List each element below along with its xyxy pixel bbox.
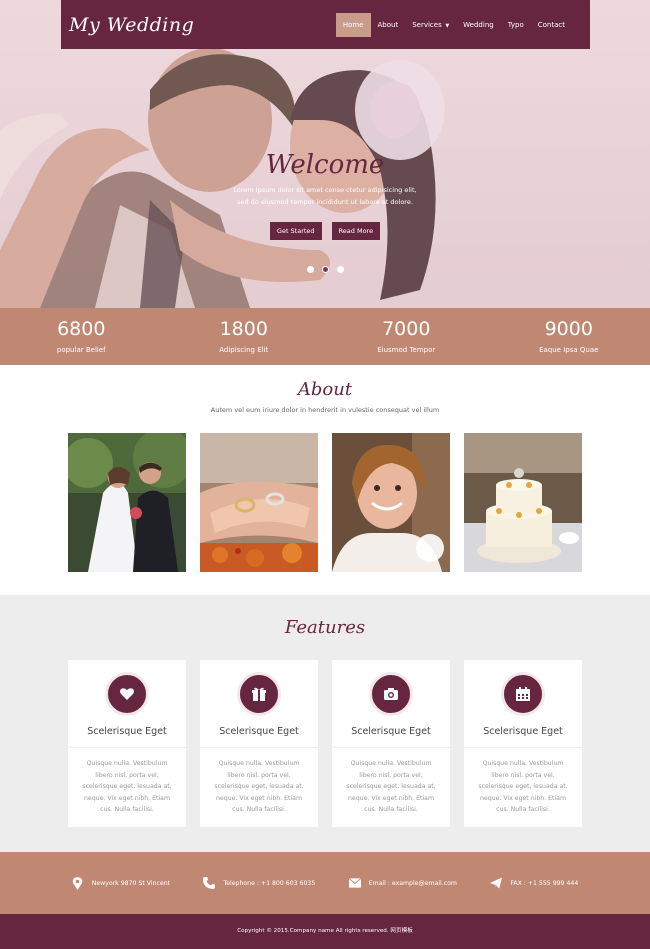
- stat-value: 7000: [382, 318, 431, 340]
- stat-value: 1800: [219, 318, 268, 340]
- get-started-button[interactable]: Get Started: [269, 222, 322, 240]
- page: Welcome Lorem ipsum dolor sit amet conse…: [0, 0, 650, 949]
- feature-card-title: Scelerisque Eget: [219, 726, 299, 737]
- feature-card-header: Scelerisque Eget: [200, 660, 318, 748]
- stat-label: Eiusmod Tempor: [377, 346, 436, 354]
- site-logo[interactable]: My Wedding: [69, 14, 194, 36]
- nav-about[interactable]: About: [371, 13, 406, 37]
- contact-address-text: Newyork 9870 St Vincent: [91, 879, 171, 887]
- paper-plane-icon: [490, 877, 503, 889]
- nav-wedding[interactable]: Wedding: [456, 13, 501, 37]
- feature-card-title: Scelerisque Eget: [87, 726, 167, 737]
- stat-label: popular Belief: [56, 346, 106, 354]
- map-marker-icon: [72, 876, 84, 890]
- phone-icon: [203, 877, 216, 889]
- feature-card: Scelerisque Eget Quisque nulla. Vestibul…: [332, 660, 450, 827]
- feature-card-text: Quisque nulla. Vestibulum libero nisl, p…: [478, 760, 568, 813]
- slider-dots: [0, 266, 650, 273]
- top-navbar: My Wedding Home About Services ▼ Wedding…: [61, 0, 590, 49]
- camera-icon: [369, 672, 413, 716]
- envelope-icon: [348, 877, 361, 889]
- gallery-photo-bride[interactable]: [332, 433, 450, 572]
- heart-icon: [105, 672, 149, 716]
- stat-label: Adipiscing Elit: [219, 346, 269, 354]
- contact-telephone: Telephone : +1 800 603 6035: [203, 877, 315, 889]
- site-footer: Copyright © 2015.Company name All rights…: [0, 914, 650, 949]
- feature-cards: Scelerisque Eget Quisque nulla. Vestibul…: [68, 660, 582, 827]
- about-section: About Autem vel eum iriure dolor in hend…: [0, 365, 650, 595]
- main-menu: Home About Services ▼ Wedding Typo Conta…: [335, 12, 572, 37]
- hero-content: Welcome Lorem ipsum dolor sit amet conse…: [0, 150, 650, 240]
- feature-card-title: Scelerisque Eget: [351, 726, 431, 737]
- contact-bar: Newyork 9870 St Vincent Telephone : +1 8…: [0, 852, 650, 914]
- stat-label: Eaque Ipsa Quae: [539, 346, 599, 354]
- stat-item: 1800 Adipiscing Elit: [163, 308, 326, 365]
- caret-down-icon: ▼: [443, 22, 450, 29]
- about-title: About: [297, 379, 353, 400]
- gallery-photo-cake[interactable]: [464, 433, 582, 572]
- nav-typo[interactable]: Typo: [501, 13, 531, 37]
- contact-email-text[interactable]: Email : example@email.com: [369, 880, 457, 887]
- slider-dot-1[interactable]: [306, 266, 314, 273]
- feature-card-text: Quisque nulla. Vestibulum libero nisl, p…: [214, 760, 304, 813]
- about-subtitle: Autem vel eum iriure dolor in hendrerit …: [210, 406, 440, 414]
- feature-card-text: Quisque nulla. Vestibulum libero nisl, p…: [346, 760, 436, 813]
- nav-services-label: Services: [412, 20, 442, 29]
- stats-bar: 6800 popular Belief 1800 Adipiscing Elit…: [0, 308, 650, 365]
- feature-card: Scelerisque Eget Quisque nulla. Vestibul…: [464, 660, 582, 827]
- calendar-icon: [501, 672, 545, 716]
- gallery-photo-rings[interactable]: [200, 433, 318, 572]
- hero-title: Welcome: [265, 150, 385, 180]
- read-more-button[interactable]: Read More: [331, 222, 381, 240]
- nav-home[interactable]: Home: [335, 12, 371, 37]
- feature-card-title: Scelerisque Eget: [483, 726, 563, 737]
- contact-fax-text: FAX : +1 555 999 444: [510, 879, 579, 887]
- stat-item: 7000 Eiusmod Tempor: [325, 308, 488, 365]
- contact-address: Newyork 9870 St Vincent: [72, 876, 171, 890]
- feature-card-header: Scelerisque Eget: [332, 660, 450, 748]
- features-section: Features Scelerisque Eget Quisque nulla.…: [0, 595, 650, 852]
- stat-item: 6800 popular Belief: [0, 308, 163, 365]
- feature-card: Scelerisque Eget Quisque nulla. Vestibul…: [200, 660, 318, 827]
- hero-description: Lorem ipsum dolor sit amet conse ctetur …: [233, 186, 417, 206]
- contact-telephone-text: Telephone : +1 800 603 6035: [223, 879, 316, 887]
- slider-dot-2[interactable]: [321, 266, 329, 273]
- stat-item: 9000 Eaque Ipsa Quae: [488, 308, 650, 365]
- feature-card: Scelerisque Eget Quisque nulla. Vestibul…: [68, 660, 186, 827]
- gift-icon: [237, 672, 281, 716]
- gallery-photo-couple[interactable]: [68, 433, 186, 572]
- nav-contact[interactable]: Contact: [531, 13, 572, 37]
- copyright-text: Copyright © 2015.Company name All rights…: [237, 928, 413, 934]
- contact-email: Email : example@email.com: [348, 877, 457, 889]
- about-gallery: [68, 433, 582, 572]
- stat-value: 9000: [544, 318, 593, 340]
- stat-value: 6800: [57, 318, 106, 340]
- feature-card-header: Scelerisque Eget: [464, 660, 582, 748]
- nav-services[interactable]: Services ▼: [405, 13, 456, 37]
- contact-fax: FAX : +1 555 999 444: [490, 877, 578, 889]
- features-title: Features: [284, 617, 366, 638]
- slider-dot-3[interactable]: [336, 266, 344, 273]
- feature-card-header: Scelerisque Eget: [68, 660, 186, 748]
- feature-card-text: Quisque nulla. Vestibulum libero nisl, p…: [82, 760, 172, 813]
- hero-buttons: Get Started Read More: [0, 222, 650, 240]
